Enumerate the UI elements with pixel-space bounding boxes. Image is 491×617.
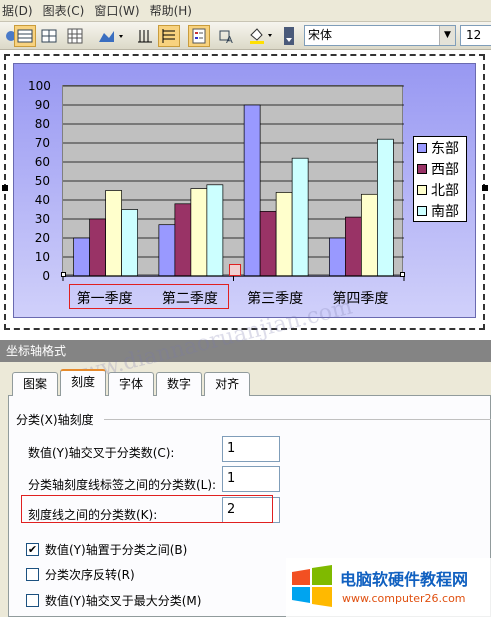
- checkbox-label: 数值(Y)轴交叉于最大分类(M): [45, 594, 202, 608]
- legend-label: 北部: [431, 182, 459, 199]
- font-size-value: 12: [466, 28, 482, 42]
- resize-handle-right[interactable]: [482, 185, 488, 191]
- checkbox-box[interactable]: ✔: [26, 543, 39, 556]
- legend-label: 南部: [431, 203, 459, 220]
- legend-entry: 南部: [417, 201, 459, 220]
- bar-3-0[interactable]: [329, 237, 346, 277]
- bar-2-1[interactable]: [259, 211, 277, 277]
- grid-view-icon[interactable]: [38, 25, 60, 47]
- chart-type-icon[interactable]: [96, 25, 126, 47]
- group-divider: [104, 419, 491, 420]
- menu-chart[interactable]: 图表(C): [41, 2, 93, 19]
- tab-alignment[interactable]: 对齐: [204, 372, 251, 396]
- bar-1-3[interactable]: [206, 184, 224, 277]
- highlight-box-tick-interval: [21, 495, 273, 523]
- checkbox-reverse-order[interactable]: 分类次序反转(R): [26, 566, 135, 583]
- toolbar-overflow-icon[interactable]: [282, 25, 296, 47]
- menu-data[interactable]: 据(D): [0, 2, 41, 19]
- y-tick-label: 50: [34, 174, 50, 188]
- data-table-icon[interactable]: A: [216, 25, 238, 47]
- legend-label: 西部: [431, 161, 459, 178]
- bar-2-3[interactable]: [291, 157, 309, 277]
- y-tick-label: 30: [34, 212, 50, 226]
- font-size-select[interactable]: 12: [460, 25, 491, 46]
- label-interval-input[interactable]: 1: [222, 466, 280, 492]
- checkbox-box[interactable]: [26, 594, 39, 607]
- bar-3-3[interactable]: [377, 138, 394, 277]
- y-tick-label: 40: [34, 193, 50, 207]
- bar-0-3[interactable]: [121, 209, 138, 277]
- gridlines-vertical-icon[interactable]: [134, 25, 156, 47]
- legend-entry: 西部: [417, 159, 459, 178]
- chart-legend[interactable]: 东部 西部 北部 南部: [413, 136, 467, 222]
- tab-patterns[interactable]: 图案: [12, 372, 59, 396]
- checkbox-label: 数值(Y)轴置于分类之间(B): [45, 543, 188, 557]
- menu-window[interactable]: 窗口(W): [92, 2, 147, 19]
- axis-handle-left[interactable]: [61, 272, 66, 277]
- table-icon[interactable]: [64, 25, 86, 47]
- bar-chart: [62, 85, 405, 281]
- menu-help[interactable]: 帮助(H): [148, 2, 200, 19]
- axis-crosses-input[interactable]: 1: [222, 436, 280, 462]
- y-tick-label: 80: [34, 117, 50, 131]
- legend-swatch: [417, 205, 427, 216]
- legend-swatch: [417, 163, 427, 174]
- bar-3-2[interactable]: [361, 193, 378, 277]
- resize-handle-left[interactable]: [2, 185, 8, 191]
- y-tick-label: 10: [34, 250, 50, 264]
- font-name-value: 宋体: [308, 28, 333, 42]
- checkbox-label: 分类次序反转(R): [45, 568, 135, 582]
- y-tick-label: 0: [42, 269, 50, 283]
- legend-entry: 北部: [417, 180, 459, 199]
- legend-swatch: [417, 142, 427, 153]
- menu-bar: 据(D) 图表(C) 窗口(W) 帮助(H): [0, 0, 491, 22]
- logo-title: 电脑软硬件教程网: [340, 570, 469, 589]
- bar-1-0[interactable]: [158, 224, 176, 277]
- bar-3-1[interactable]: [345, 216, 362, 277]
- chevron-down-icon[interactable]: ▼: [439, 26, 455, 45]
- gridlines-horizontal-icon[interactable]: [158, 25, 180, 47]
- fill-color-icon[interactable]: [246, 25, 276, 47]
- bar-1-1[interactable]: [174, 203, 192, 277]
- windows-logo-icon: [292, 565, 332, 607]
- y-tick-label: 20: [34, 231, 50, 245]
- y-tick-label: 60: [34, 155, 50, 169]
- tab-scale[interactable]: 刻度: [60, 369, 107, 396]
- field-label-axis-crosses: 数值(Y)轴交叉于分类数(C):: [28, 446, 175, 460]
- tick-mark-highlight: [229, 264, 241, 276]
- bar-2-0[interactable]: [243, 104, 261, 277]
- bar-1-2[interactable]: [190, 188, 208, 277]
- site-logo: 电脑软硬件教程网 www.computer26.com: [286, 558, 491, 617]
- svg-text:A: A: [226, 35, 233, 44]
- plot-area[interactable]: [62, 85, 405, 281]
- legend-label: 东部: [431, 140, 459, 157]
- highlight-box-categories: [69, 284, 229, 309]
- field-label-label-interval: 分类轴刻度线标签之间的分类数(L):: [28, 478, 217, 492]
- bar-0-2[interactable]: [105, 190, 122, 277]
- y-tick-label: 100: [28, 79, 51, 93]
- legend-icon[interactable]: [188, 25, 210, 47]
- tab-number[interactable]: 数字: [156, 372, 203, 396]
- bar-0-0[interactable]: [73, 237, 90, 277]
- tab-bar: 图案 刻度 字体 数字 对齐: [12, 369, 252, 396]
- bar-0-1[interactable]: [89, 218, 106, 277]
- font-name-select[interactable]: 宋体 ▼: [304, 25, 456, 46]
- checkbox-axis-between-categories[interactable]: ✔ 数值(Y)轴置于分类之间(B): [26, 541, 187, 558]
- legend-swatch: [417, 184, 427, 195]
- logo-url: www.computer26.com: [342, 592, 466, 605]
- legend-entry: 东部: [417, 138, 459, 157]
- y-tick-label: 70: [34, 136, 50, 150]
- group-label: 分类(X)轴刻度: [16, 413, 94, 427]
- checkbox-axis-at-max[interactable]: 数值(Y)轴交叉于最大分类(M): [26, 592, 201, 609]
- bar-2-2[interactable]: [275, 192, 293, 277]
- datasheet-view-icon[interactable]: [14, 25, 36, 47]
- y-tick-label: 90: [34, 98, 50, 112]
- axis-handle-right[interactable]: [400, 272, 405, 277]
- checkbox-box[interactable]: [26, 568, 39, 581]
